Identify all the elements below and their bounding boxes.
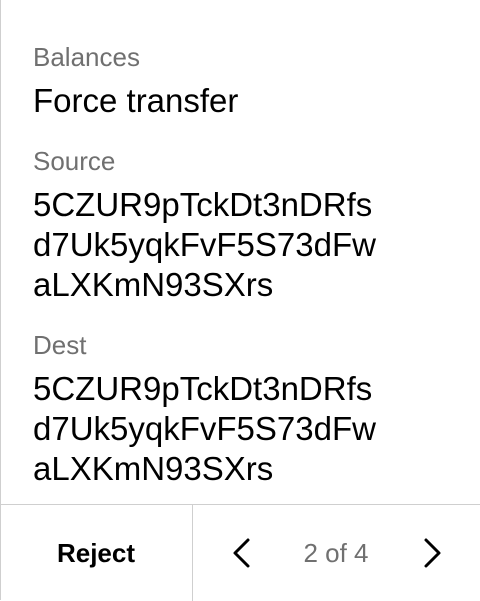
source-address-line: aLXKmN93SXrs [33, 266, 274, 303]
dest-address-line: d7Uk5yqkFvF5S73dFw [33, 410, 376, 447]
dest-label: Dest [33, 330, 87, 360]
page-indicator: 2 of 4 [303, 537, 369, 568]
source-address-line: d7Uk5yqkFvF5S73dFw [33, 226, 376, 263]
pager: 2 of 4 [193, 505, 480, 601]
reject-button[interactable]: Reject [0, 505, 192, 601]
footer-bar: Reject 2 of 4 [0, 504, 480, 601]
chevron-right-icon[interactable] [411, 533, 451, 573]
action-title: Force transfer [33, 82, 239, 119]
source-address-line: 5CZUR9pTckDt3nDRfs [33, 186, 373, 223]
chevron-left-icon[interactable] [223, 533, 263, 573]
dest-address-line: 5CZUR9pTckDt3nDRfs [33, 370, 373, 407]
source-label: Source [33, 146, 116, 176]
dest-address-line: aLXKmN93SXrs [33, 450, 274, 487]
section-label: Balances [33, 42, 140, 72]
